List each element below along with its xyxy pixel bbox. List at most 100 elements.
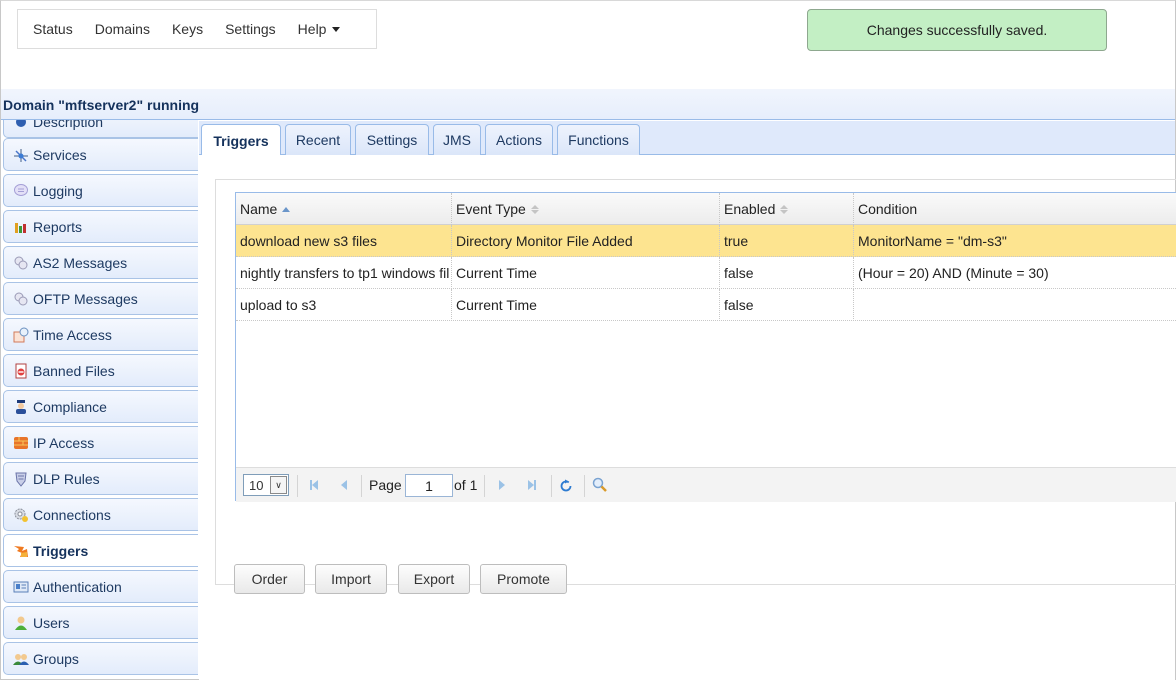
gear-connections-icon [13,507,29,523]
sidebar-item-triggers[interactable]: Triggers [3,534,198,567]
top-menu: Status Domains Keys Settings Help [17,9,377,49]
import-button[interactable]: Import [315,564,387,594]
sidebar-item-groups[interactable]: Groups [3,642,198,675]
cell-event-type: Current Time [452,289,720,321]
sidebar-item-description[interactable]: Description [3,120,198,138]
page-size-value: 10 [249,477,264,493]
tab-functions[interactable]: Functions [557,124,640,155]
sidebar-item-label: Users [33,614,70,631]
cell-enabled: false [720,289,854,321]
last-page-button[interactable] [524,477,540,493]
menu-help-label: Help [297,21,327,37]
first-page-button[interactable] [306,477,322,493]
cell-condition: MonitorName = "dm-s3" [858,233,1007,249]
speech-bubble-icon [13,183,29,199]
sidebar-item-label: Authentication [33,578,122,595]
sidebar-item-time-access[interactable]: Time Access [3,318,198,351]
sidebar-item-banned-files[interactable]: Banned Files [3,354,198,387]
sidebar-item-label: IP Access [33,434,95,451]
sidebar-item-users[interactable]: Users [3,606,198,639]
column-header-name[interactable]: Name [236,193,452,225]
sidebar-item-ip-access[interactable]: IP Access [3,426,198,459]
sidebar-item-oftp-messages[interactable]: OFTP Messages [3,282,198,315]
column-header-enabled[interactable]: Enabled [720,193,854,225]
sidebar-item-dlp-rules[interactable]: DLP Rules [3,462,198,495]
id-card-icon [13,579,29,595]
sidebar-item-reports[interactable]: Reports [3,210,198,243]
sidebar-item-authentication[interactable]: Authentication [3,570,198,603]
search-button[interactable] [592,477,608,493]
cell-enabled: false [720,257,854,289]
tab-content: Name Event Type Enabled Condition downlo… [199,155,1176,680]
sidebar-item-label: Reports [33,218,83,235]
sidebar-item-label: Connections [33,506,111,523]
column-label: Name [240,201,278,217]
order-button[interactable]: Order [234,564,305,594]
sidebar-item-label: Banned Files [33,362,115,379]
bar-chart-icon [13,219,29,235]
menu-domains[interactable]: Domains [86,21,159,37]
services-icon [13,147,29,163]
previous-page-icon [341,480,347,490]
sidebar-item-compliance[interactable]: Compliance [3,390,198,423]
column-label: Event Type [456,201,526,217]
sort-icon [780,204,789,214]
search-icon [592,477,607,492]
page-count-label: of 1 [454,477,478,493]
separator [297,475,298,497]
sidebar-item-label: Compliance [33,398,107,415]
table-row[interactable]: upload to s3 Current Time false [236,289,1176,321]
separator [551,475,552,497]
sidebar-item-logging[interactable]: Logging [3,174,198,207]
sidebar-item-label: Groups [33,650,79,667]
previous-page-button[interactable] [336,477,352,493]
page-size-select[interactable]: 10 ∨ [243,474,289,496]
firewall-icon [13,435,29,451]
domain-header: Domain "mftserver2" running [1,89,1175,120]
tab-triggers[interactable]: Triggers [201,124,281,156]
page-label: Page [369,477,402,493]
menu-status[interactable]: Status [24,21,82,37]
menu-help[interactable]: Help [289,21,350,37]
success-notification: Changes successfully saved. [807,9,1107,51]
tab-settings[interactable]: Settings [355,124,429,155]
cell-name: download new s3 files [236,225,452,257]
triggers-icon [13,543,29,559]
sidebar-item-label: AS2 Messages [33,254,128,271]
separator [584,475,585,497]
sidebar-item-connections[interactable]: Connections [3,498,198,531]
refresh-button[interactable] [558,477,574,493]
tab-actions[interactable]: Actions [485,124,553,155]
refresh-icon [560,479,572,492]
next-page-button[interactable] [494,477,510,493]
caret-down-icon [332,26,341,32]
sidebar: Description Services Logging Reports AS2… [1,120,198,680]
shield-icon [13,471,29,487]
column-label: Condition [858,201,918,217]
table-row[interactable]: download new s3 files Directory Monitor … [236,225,1176,257]
officer-icon [13,399,29,415]
sidebar-item-as2-messages[interactable]: AS2 Messages [3,246,198,279]
last-page-icon [534,480,536,490]
export-button[interactable]: Export [398,564,470,594]
sort-ascending-icon [282,206,291,212]
tab-jms[interactable]: JMS [433,124,481,155]
group-icon [13,651,29,667]
separator [484,475,485,497]
promote-button[interactable]: Promote [480,564,567,594]
cell-name: nightly transfers to tp1 windows fil [236,257,452,289]
menu-settings[interactable]: Settings [216,21,285,37]
sidebar-item-label: Description [33,120,104,130]
column-header-event-type[interactable]: Event Type [452,193,720,225]
sidebar-item-services[interactable]: Services [3,138,198,171]
current-page-input[interactable] [405,474,453,497]
table-row[interactable]: nightly transfers to tp1 windows fil Cur… [236,257,1176,289]
tab-recent[interactable]: Recent [285,124,351,155]
chevron-down-icon: ∨ [270,476,287,494]
menu-keys[interactable]: Keys [163,21,212,37]
cell-event-type: Directory Monitor File Added [452,225,720,257]
column-header-condition[interactable]: Condition [854,193,1176,225]
sidebar-item-label: Services [33,146,87,163]
calendar-clock-icon [13,327,29,343]
sidebar-item-label: Time Access [33,326,112,343]
